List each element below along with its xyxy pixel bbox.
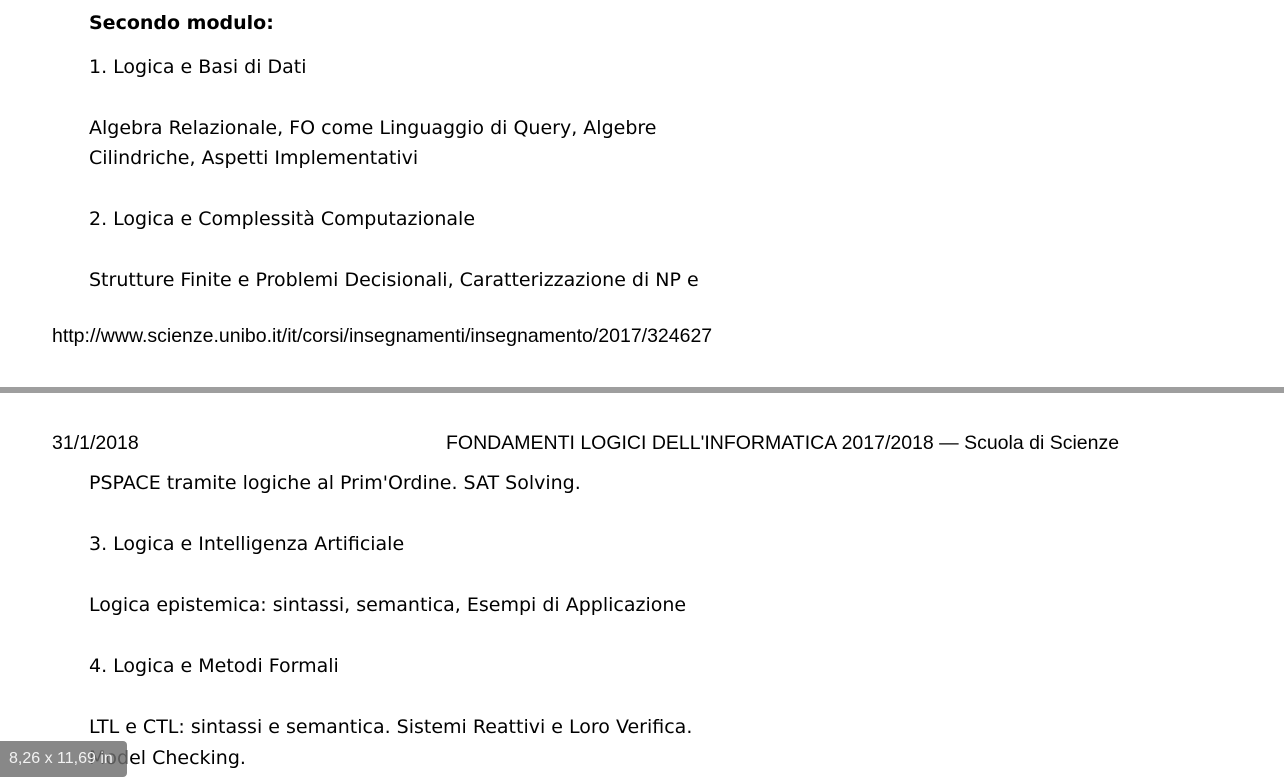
item-4-title: 4. Logica e Metodi Formali — [89, 655, 339, 677]
item-3-title: 3. Logica e Intelligenza Artificiale — [89, 533, 405, 555]
page-footer-url[interactable]: http://www.scienze.unibo.it/it/corsi/ins… — [52, 324, 712, 348]
item-1-description-line-1: Algebra Relazionale, FO come Linguaggio … — [89, 117, 657, 139]
page-header-date: 31/1/2018 — [52, 432, 139, 454]
item-4-description-line-1: LTL e CTL: sintassi e semantica. Sistemi… — [89, 716, 693, 738]
item-1-title: 1. Logica e Basi di Dati — [89, 56, 307, 78]
pdf-page-1: Secondo modulo: 1. Logica e Basi di Dati… — [0, 0, 1284, 387]
item-2-description-line-2: PSPACE tramite logiche al Prim'Ordine. S… — [89, 472, 581, 494]
item-2-title: 2. Logica e Complessità Computazionale — [89, 208, 476, 230]
item-1-description-line-2: Cilindriche, Aspetti Implementativi — [89, 147, 419, 169]
item-3-description: Logica epistemica: sintassi, semantica, … — [89, 594, 687, 616]
page-header-title: FONDAMENTI LOGICI DELL'INFORMATICA 2017/… — [446, 432, 1120, 454]
pdf-page-2: 31/1/2018 FONDAMENTI LOGICI DELL'INFORMA… — [0, 393, 1284, 779]
item-2-description-line-1: Strutture Finite e Problemi Decisionali,… — [89, 269, 699, 291]
section-heading: Secondo modulo: — [89, 12, 274, 34]
page-size-indicator: 8,26 x 11,69 in — [0, 741, 127, 777]
